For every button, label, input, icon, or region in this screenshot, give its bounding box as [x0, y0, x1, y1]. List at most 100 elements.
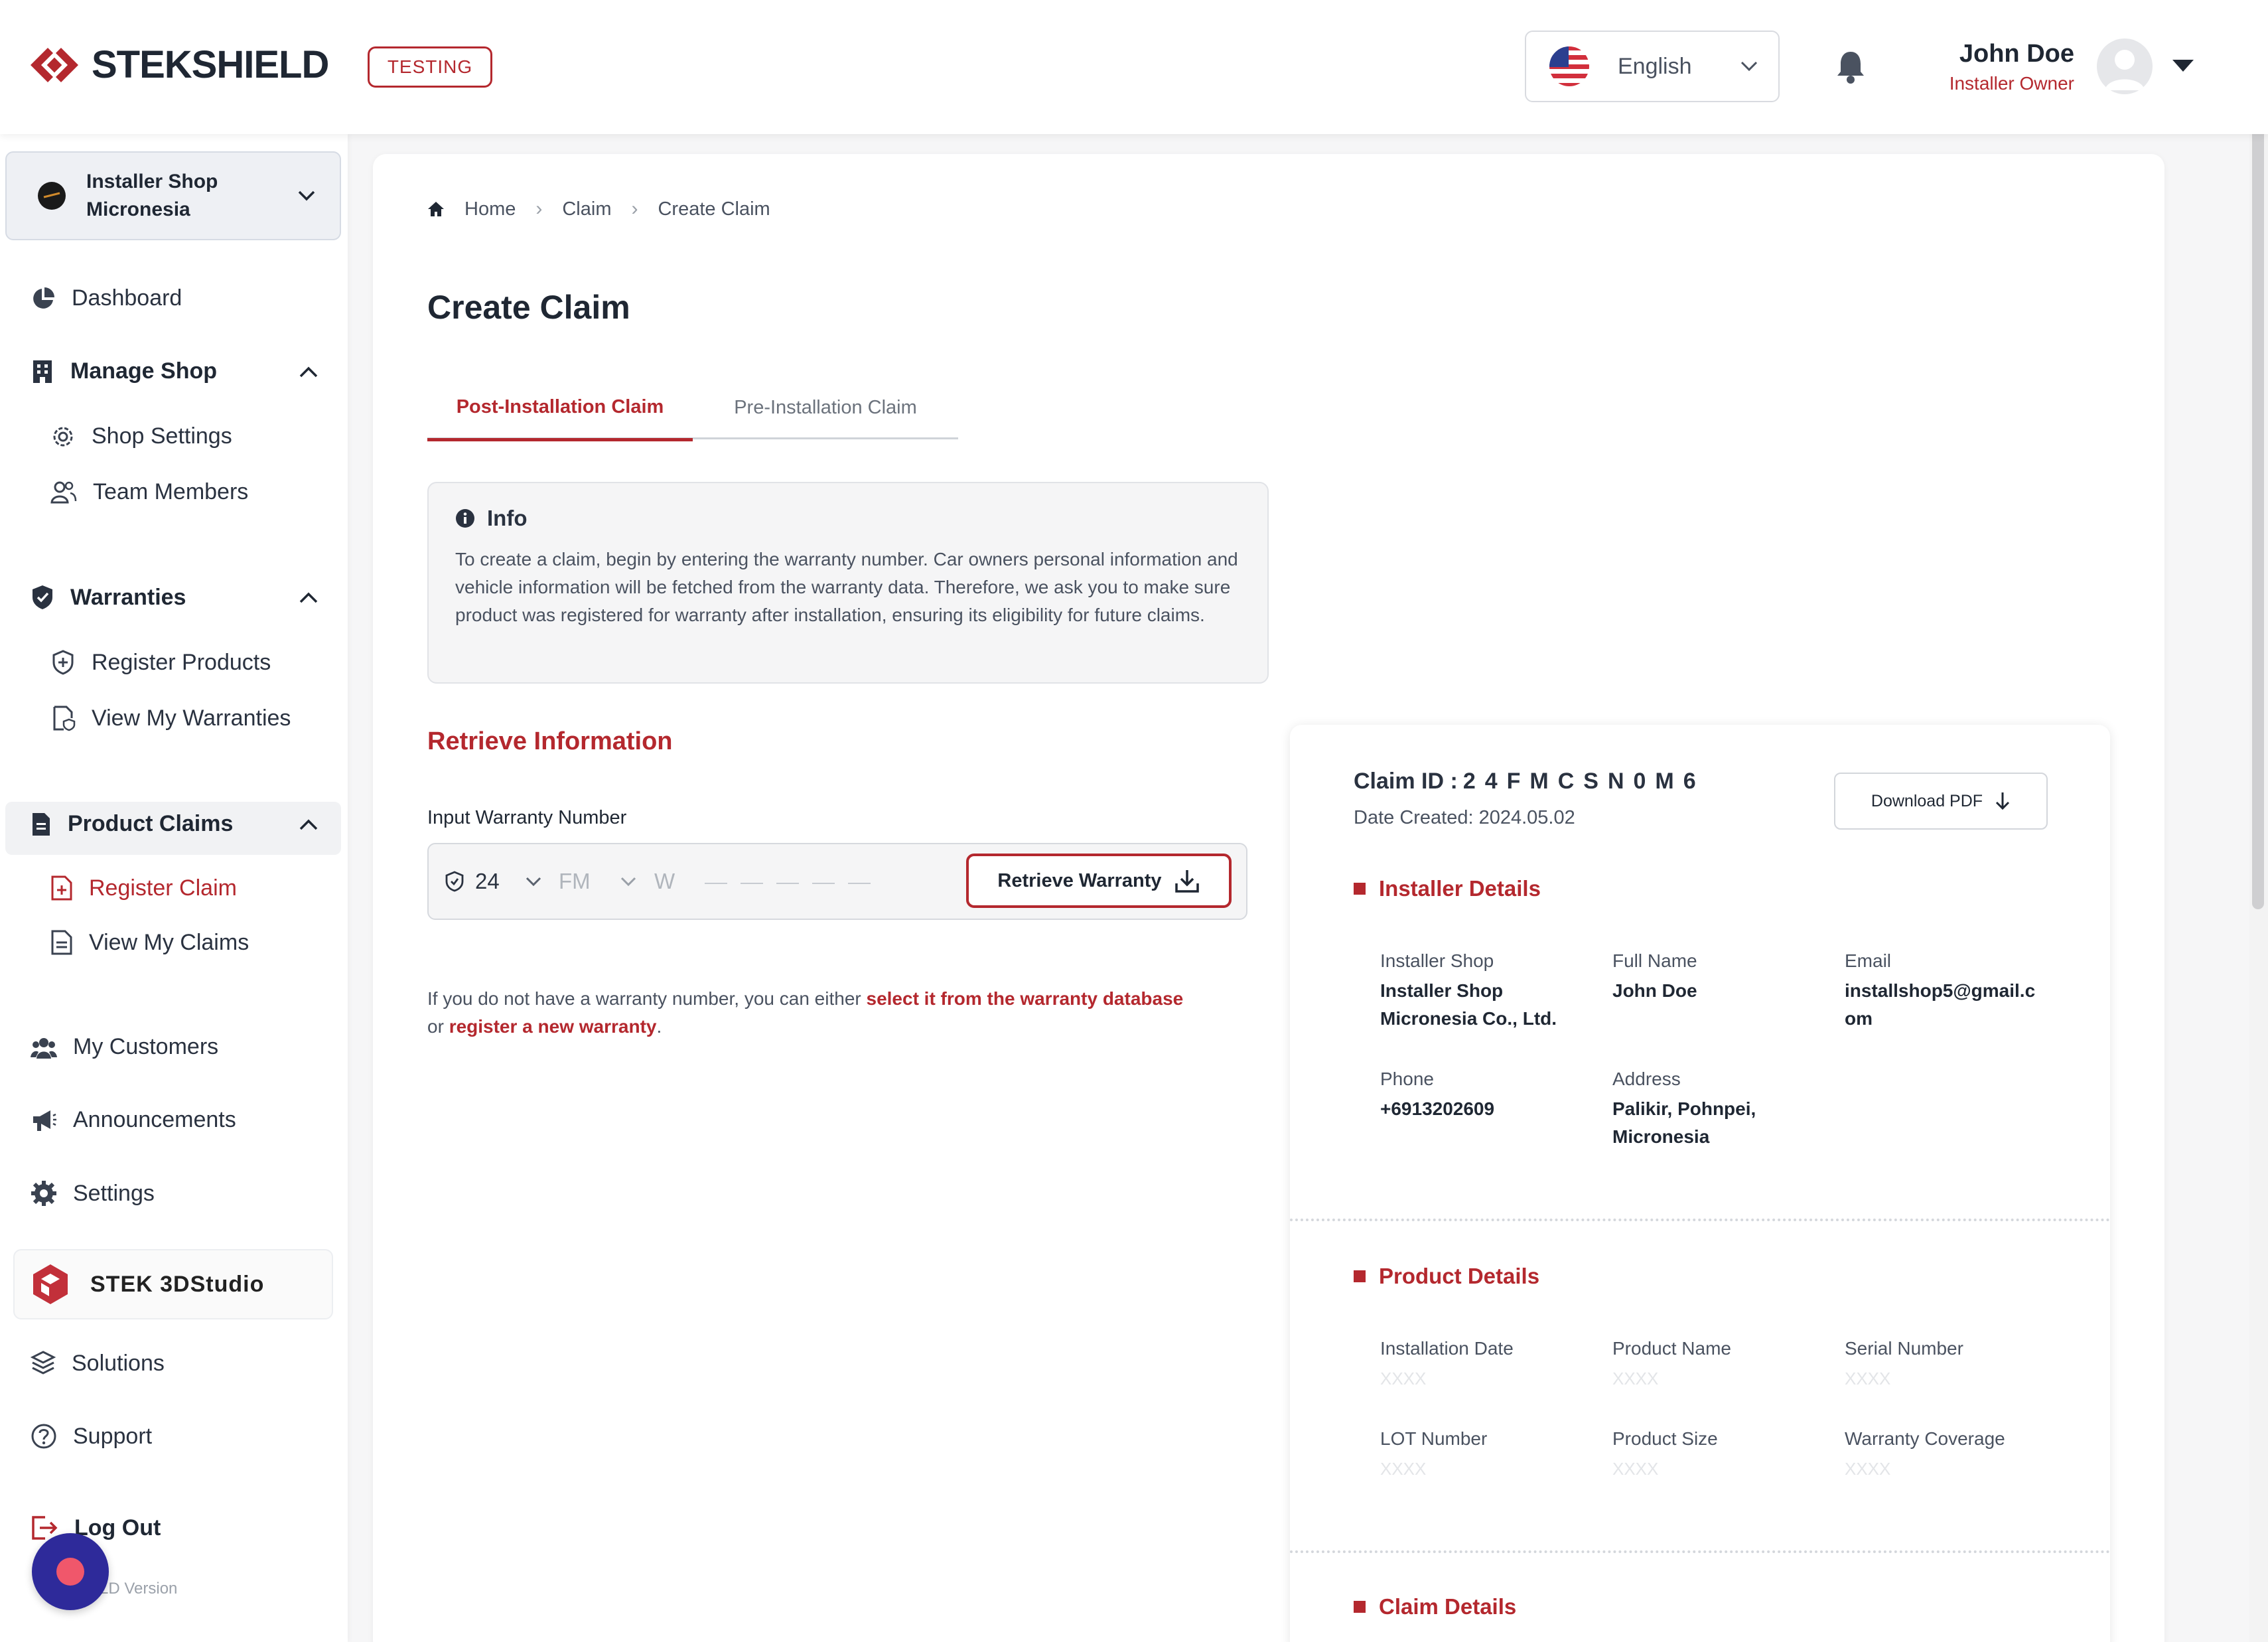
select-from-database-link[interactable]: select it from the warranty database	[867, 988, 1184, 1009]
us-flag-icon	[1549, 46, 1589, 86]
brand-logo[interactable]: STEKSHIELD	[29, 42, 329, 87]
sidebar-item-label: My Customers	[73, 1034, 219, 1059]
address-field: Address Palikir, Pohnpei, Micronesia	[1612, 1069, 1756, 1147]
sidebar-item-dashboard[interactable]: Dashboard	[31, 285, 182, 311]
sidebar-item-label: Support	[73, 1423, 153, 1449]
page-title: Create Claim	[427, 289, 630, 326]
sidebar-group-manage-shop[interactable]: Manage Shop	[31, 358, 217, 384]
chevron-right-icon: ›	[631, 198, 638, 220]
product-details-heading: Product Details	[1354, 1264, 1539, 1289]
sidebar: Installer Shop Micronesia Dashboard Mana…	[0, 134, 348, 1642]
info-title: Info	[455, 506, 1241, 531]
phone-field: Phone +6913202609	[1380, 1069, 1495, 1119]
sidebar-item-solutions[interactable]: Solutions	[31, 1350, 165, 1377]
sidebar-item-view-my-claims[interactable]: View My Claims	[50, 929, 249, 956]
sidebar-group-warranties[interactable]: Warranties	[31, 584, 186, 611]
tab-post-installation-claim[interactable]: Post-Installation Claim	[427, 376, 693, 441]
chevron-up-icon[interactable]	[299, 819, 319, 831]
language-select[interactable]: English	[1525, 31, 1780, 102]
chevron-up-icon[interactable]	[299, 592, 319, 604]
shield-icon	[445, 871, 464, 892]
notification-bell-icon[interactable]	[1835, 49, 1866, 85]
sidebar-item-label: Announcements	[73, 1107, 236, 1132]
avatar[interactable]	[2097, 38, 2153, 94]
customers-icon	[31, 1037, 57, 1059]
chevron-down-icon	[620, 877, 636, 887]
product-name-field: Product Name XXXX	[1612, 1338, 1731, 1388]
shop-switcher-name: Installer Shop Micronesia	[86, 171, 218, 220]
stek-3dstudio-label: STEK 3DStudio	[90, 1271, 265, 1297]
question-circle-icon	[31, 1424, 56, 1449]
tab-pre-installation-claim[interactable]: Pre-Installation Claim	[693, 376, 958, 439]
sidebar-item-settings[interactable]: Settings	[31, 1180, 155, 1207]
layers-icon	[31, 1351, 56, 1375]
claim-type-tabs: Post-Installation Claim Pre-Installation…	[427, 376, 958, 441]
retrieve-information-heading: Retrieve Information	[427, 727, 673, 755]
retrieve-warranty-button[interactable]: Retrieve Warranty	[966, 854, 1232, 908]
chevron-down-icon	[1740, 61, 1758, 72]
download-pdf-button[interactable]: Download PDF	[1834, 773, 2048, 830]
shop-switcher[interactable]: Installer Shop Micronesia	[5, 151, 341, 240]
caret-down-icon[interactable]	[2171, 58, 2195, 73]
document-icon	[33, 812, 50, 836]
sidebar-item-register-products[interactable]: Register Products	[50, 649, 271, 676]
download-pdf-label: Download PDF	[1871, 791, 1983, 810]
chevron-right-icon: ›	[535, 198, 543, 220]
lot-number-field: LOT Number XXXX	[1380, 1428, 1488, 1479]
sidebar-item-label: Product Claims	[68, 811, 234, 836]
sidebar-item-support[interactable]: Support	[31, 1423, 152, 1450]
claim-date-created: Date Created: 2024.05.02	[1354, 807, 1575, 828]
sidebar-item-label: View My Claims	[89, 929, 249, 955]
sidebar-item-label: Register Claim	[89, 875, 237, 901]
chevron-up-icon[interactable]	[299, 366, 319, 378]
stek-3dstudio-link[interactable]: STEK 3DStudio	[13, 1249, 333, 1319]
serial-number-field: Serial Number XXXX	[1845, 1338, 1963, 1388]
section-marker-icon	[1354, 1270, 1366, 1282]
sidebar-group-product-claims[interactable]: Product Claims	[31, 811, 233, 837]
chat-indicator-icon	[56, 1558, 84, 1586]
page-scrollbar-thumb[interactable]	[2252, 3, 2264, 909]
arrow-down-icon	[1996, 792, 2010, 810]
sidebar-item-team-members[interactable]: Team Members	[50, 479, 248, 505]
building-icon	[33, 360, 52, 383]
sidebar-item-shop-settings[interactable]: Shop Settings	[50, 423, 232, 449]
installer-shop-field: Installer Shop Installer Shop Micronesia…	[1380, 950, 1557, 1029]
warranty-type-placeholder: FM	[559, 869, 591, 893]
email-field: Email installshop5@gmail.com	[1845, 950, 2036, 1029]
home-icon[interactable]	[427, 200, 445, 218]
sidebar-item-label: Solutions	[72, 1350, 165, 1376]
breadcrumb-claim[interactable]: Claim	[562, 198, 611, 220]
sidebar-item-logout[interactable]: Log Out	[31, 1515, 161, 1541]
register-new-warranty-link[interactable]: register a new warranty	[449, 1016, 657, 1037]
sidebar-item-label: View My Warranties	[92, 705, 291, 731]
claim-details-heading: Claim Details	[1354, 1594, 1516, 1619]
chat-widget-button[interactable]	[32, 1533, 109, 1610]
document-plus-icon	[51, 875, 72, 901]
sidebar-item-label: Shop Settings	[92, 423, 232, 449]
full-name-field: Full Name John Doe	[1612, 950, 1697, 1001]
warranty-year-select[interactable]: 24	[445, 844, 542, 919]
sidebar-item-view-my-warranties[interactable]: View My Warranties	[50, 705, 291, 731]
language-label: English	[1618, 53, 1692, 79]
sidebar-item-my-customers[interactable]: My Customers	[31, 1034, 218, 1060]
warranty-number-input: 24 FM W Retrieve Warranty	[427, 843, 1247, 920]
warranty-coverage-field: Warranty Coverage XXXX	[1845, 1428, 2005, 1479]
shield-plus-icon	[52, 650, 74, 675]
claim-summary-panel: Claim ID : 24FMCSN0M6 Date Created: 2024…	[1290, 725, 2110, 1642]
warranty-type-select[interactable]: FM	[559, 844, 637, 919]
document-shield-icon	[53, 706, 76, 731]
stekshield-logo-icon	[31, 47, 78, 82]
gear-icon	[53, 427, 73, 446]
warranty-year-value: 24	[475, 869, 500, 893]
breadcrumb-home[interactable]: Home	[464, 198, 516, 220]
claim-id-value: 24FMCSN0M6	[1462, 769, 1705, 794]
sidebar-item-label: Settings	[73, 1180, 155, 1206]
sidebar-item-register-claim[interactable]: Register Claim	[50, 875, 237, 901]
sidebar-item-announcements[interactable]: Announcements	[31, 1107, 236, 1133]
download-icon	[1174, 870, 1199, 893]
environment-badge: TESTING	[368, 46, 492, 88]
installer-details-heading: Installer Details	[1354, 876, 1541, 901]
section-marker-icon	[1354, 1601, 1366, 1613]
warranty-digits-field[interactable]	[705, 883, 871, 884]
document-list-icon	[51, 930, 72, 955]
